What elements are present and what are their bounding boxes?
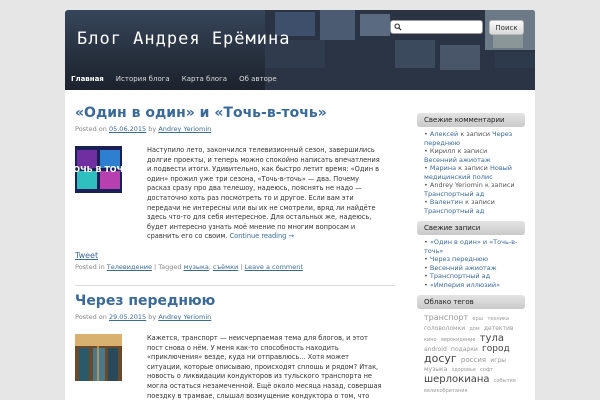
tag-link[interactable]: съёмки xyxy=(213,263,238,271)
main-nav: Главная История блога Карта блога Об авт… xyxy=(65,68,535,90)
post-meta: Posted on 05.06.2015 by Andrey Yeriomin xyxy=(75,125,212,133)
tag-cloud-widget: Облако тегов транспорт ерш техника голов… xyxy=(417,295,525,396)
tag-cloud-link[interactable]: софт xyxy=(480,367,493,373)
post-excerpt: Наступило лето, закончился телевизионный… xyxy=(147,146,380,241)
tag-cloud: транспорт ерш техника головоломки дом де… xyxy=(417,309,525,396)
tag-cloud-link[interactable]: досуг xyxy=(424,352,457,365)
list-item: • «Империя иллюзий» xyxy=(424,280,501,289)
recent-posts-widget: Свежие записи • «Один в один» и «Точь-в-… xyxy=(417,221,525,295)
list-item: • Кирилл к записи Весенний ажиотаж xyxy=(424,147,491,164)
leave-comment-link[interactable]: Leave a comment xyxy=(245,263,303,271)
post-date-link[interactable]: 29.05.2015 xyxy=(109,313,146,321)
post-title[interactable]: «Один в один» и «Точь-в-точь» xyxy=(75,105,395,121)
tag-cloud-link[interactable]: тула xyxy=(480,333,504,344)
post-title[interactable]: Через переднюю xyxy=(75,293,395,309)
tag-cloud-link[interactable]: россия xyxy=(461,356,486,364)
tweet-button[interactable]: Tweet xyxy=(75,251,98,260)
post-article: «Один в один» и «Точь-в-точь» Posted on … xyxy=(75,105,395,271)
recent-comments-list: • Алексей к записи Через переднюю • Кири… xyxy=(417,127,525,221)
list-item: • Через переднюю xyxy=(424,255,489,263)
tag-cloud-link[interactable]: головоломки xyxy=(424,325,465,332)
tag-cloud-link[interactable]: шерлокиана xyxy=(424,374,490,385)
tag-cloud-link[interactable]: здоровье xyxy=(452,367,476,373)
list-item: • «Один в один» и «Точь-в-точь» xyxy=(424,238,518,255)
sidebar: Свежие комментарии • Алексей к записи Че… xyxy=(417,113,525,396)
widget-title: Свежие записи xyxy=(417,221,525,235)
list-item: • Алексей к записи Через переднюю xyxy=(424,130,513,147)
continue-reading-link[interactable]: Continue reading → xyxy=(230,232,294,240)
page-wrapper: Блог Андрея Ерёмина Поиск Главная Истори… xyxy=(65,10,535,400)
post-author-link[interactable]: Andrey Yeriomin xyxy=(158,125,211,133)
tag-cloud-link[interactable]: кино xyxy=(424,337,437,343)
list-item: • Марина к записи Новый медицинский поли… xyxy=(424,164,513,181)
site-header: Блог Андрея Ерёмина Поиск Главная Истори… xyxy=(65,10,535,90)
thumbnail-logo-text: ТОЧЬ В ТОЧЬ xyxy=(75,165,122,174)
tag-cloud-link[interactable]: город xyxy=(482,344,510,354)
tag-cloud-link[interactable]: еврокидение xyxy=(441,337,476,343)
tag-cloud-link[interactable]: великобритания xyxy=(424,388,468,394)
widget-title: Облако тегов xyxy=(417,295,525,309)
post-article: Через переднюю Posted on 29.05.2015 by A… xyxy=(75,283,395,400)
search-button[interactable]: Поиск xyxy=(489,20,524,35)
tag-cloud-link[interactable]: транспорт xyxy=(424,313,468,322)
tag-cloud-link[interactable]: музыка xyxy=(424,366,447,373)
site-title[interactable]: Блог Андрея Ерёмина xyxy=(77,29,290,49)
widget-title: Свежие комментарии xyxy=(417,113,525,127)
tag-cloud-link[interactable]: события xyxy=(494,378,516,384)
tag-cloud-link[interactable]: ерш xyxy=(472,316,483,322)
list-item: • Валентин к записи Транспортный ад xyxy=(424,198,495,215)
post-excerpt: Кажется, транспорт — неисчерпаемая тема … xyxy=(147,334,382,400)
tag-cloud-link[interactable]: детектив xyxy=(484,325,514,332)
recent-posts-list: • «Один в один» и «Точь-в-точь» • Через … xyxy=(417,235,525,295)
list-item: • Andrey Yeriomin к записи Транспортный … xyxy=(424,181,515,198)
list-item: • Транспортный ад xyxy=(424,272,491,280)
post-thumbnail[interactable] xyxy=(75,334,122,381)
tag-cloud-link[interactable]: игры xyxy=(490,357,506,364)
search-input[interactable] xyxy=(390,20,483,34)
nav-item-about[interactable]: Об авторе xyxy=(233,68,283,90)
post-date-link[interactable]: 05.06.2015 xyxy=(109,125,146,133)
tag-link[interactable]: музыка xyxy=(184,263,209,271)
post-meta: Posted on 29.05.2015 by Andrey Yeriomin xyxy=(75,313,212,321)
nav-item-history[interactable]: История блога xyxy=(110,68,176,90)
post-thumbnail[interactable]: ТОЧЬ В ТОЧЬ xyxy=(75,146,122,193)
search-icon xyxy=(394,23,402,31)
nav-item-home[interactable]: Главная xyxy=(65,68,110,90)
post-author-link[interactable]: Andrey Yeriomin xyxy=(158,313,211,321)
list-item: • Весенний ажиотаж xyxy=(424,263,497,272)
tag-cloud-link[interactable]: техника xyxy=(487,316,509,322)
nav-item-sitemap[interactable]: Карта блога xyxy=(176,68,233,90)
tag-cloud-link[interactable]: дом xyxy=(469,326,479,332)
recent-comments-widget: Свежие комментарии • Алексей к записи Че… xyxy=(417,113,525,221)
post-footer-meta: Posted in Телевидение | Tagged музыка, с… xyxy=(75,263,303,271)
category-link[interactable]: Телевидение xyxy=(107,263,152,271)
